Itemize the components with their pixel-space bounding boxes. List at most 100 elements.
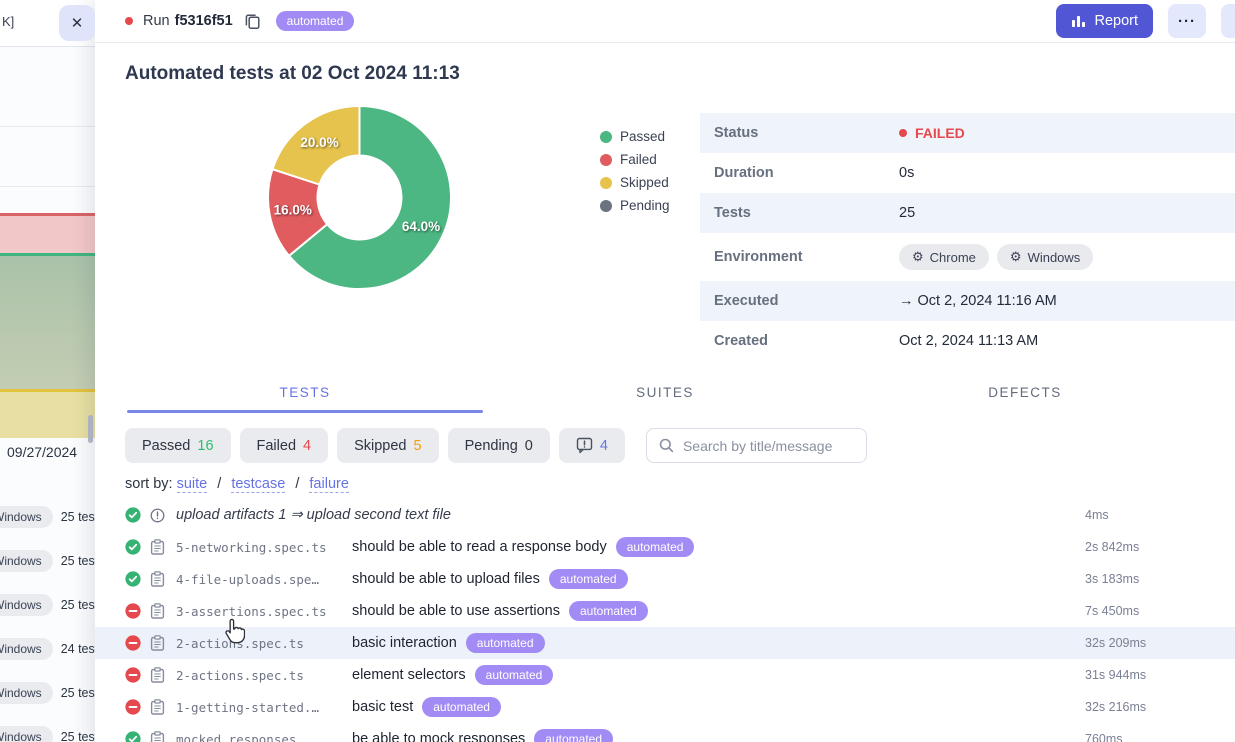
test-row[interactable]: 5-networking.spec.tsshould be able to re… xyxy=(95,531,1235,563)
sort-link-suite[interactable]: suite xyxy=(177,476,208,493)
search-box[interactable] xyxy=(646,428,867,463)
failed-status-icon xyxy=(125,603,150,619)
filter-button-failed[interactable]: Failed4 xyxy=(240,428,329,463)
run-test-count: 25 tests xyxy=(61,686,95,700)
legend-dot xyxy=(600,200,612,212)
test-duration: 32s 216ms xyxy=(1085,700,1235,714)
filter-button-comments[interactable]: 4 xyxy=(559,428,625,463)
legend-label: Skipped xyxy=(620,175,669,190)
test-file-name: 4-file-uploads.spe… xyxy=(176,572,352,587)
partial-button[interactable] xyxy=(1221,4,1235,38)
more-actions-button[interactable]: ··· xyxy=(1168,4,1206,38)
failed-status-icon xyxy=(125,635,150,651)
tab-tests[interactable]: TESTS xyxy=(125,376,485,413)
summary-row-duration: Duration0s xyxy=(700,153,1235,193)
report-button[interactable]: Report xyxy=(1056,4,1153,38)
environment-pill: Windows xyxy=(0,550,53,572)
filter-button-pending[interactable]: Pending0 xyxy=(448,428,550,463)
trend-area-chart xyxy=(0,213,95,438)
summary-label: Executed xyxy=(700,293,899,309)
filter-label: Pending xyxy=(465,438,518,454)
summary-label: Created xyxy=(700,333,899,349)
chart-legend: Passed Failed Skipped Pending xyxy=(600,125,670,217)
filter-count: 4 xyxy=(600,438,608,454)
filter-row: Passed16 Failed4Skipped5 Pending0 4 xyxy=(95,413,1235,463)
filter-count: 16 xyxy=(197,438,213,454)
test-retry-text: upload artifacts 1 ⇒ upload second text … xyxy=(176,507,1085,523)
automated-badge: automated xyxy=(534,729,613,742)
summary-table: StatusFAILEDDuration0sTests25Environment… xyxy=(700,113,1235,361)
search-icon xyxy=(659,438,674,453)
run-id: f5316f51 xyxy=(175,13,233,29)
close-icon: ✕ xyxy=(71,14,84,32)
close-panel-button[interactable]: ✕ xyxy=(59,5,95,41)
test-row[interactable]: 3-assertions.spec.tsshould be able to us… xyxy=(95,595,1235,627)
test-row[interactable]: 1-getting-started.…basic testautomated32… xyxy=(95,691,1235,723)
test-title-text: should be able to use assertions xyxy=(352,603,560,619)
environment-chip-chrome[interactable]: ⚙Chrome xyxy=(899,244,989,270)
bar-chart-icon xyxy=(1071,14,1086,28)
run-list-item[interactable]: Windows24 tests xyxy=(0,635,95,662)
run-list-item[interactable]: Windows25 tests xyxy=(0,679,95,706)
test-row[interactable]: 2-actions.spec.tsbasic interactionautoma… xyxy=(95,627,1235,659)
run-test-count: 25 tests xyxy=(61,598,95,612)
test-file-name: 1-getting-started.… xyxy=(176,700,352,715)
clipboard-icon xyxy=(150,635,176,651)
filter-button-passed[interactable]: Passed16 xyxy=(125,428,231,463)
run-list-item[interactable]: Windows25 tests xyxy=(0,503,95,530)
sort-link-failure[interactable]: failure xyxy=(309,476,349,493)
summary-label: Tests xyxy=(700,205,899,221)
environment-pill: Windows xyxy=(0,638,53,660)
run-list-item[interactable]: Windows25 tests xyxy=(0,591,95,618)
legend-item-skipped[interactable]: Skipped xyxy=(600,171,670,194)
legend-item-failed[interactable]: Failed xyxy=(600,148,670,171)
search-input[interactable] xyxy=(683,438,854,454)
passed-status-icon xyxy=(125,731,150,742)
clipboard-icon xyxy=(150,731,176,742)
legend-item-passed[interactable]: Passed xyxy=(600,125,670,148)
report-button-label: Report xyxy=(1094,13,1138,29)
chip-label: Windows xyxy=(1028,250,1081,265)
tab-suites[interactable]: SUITES xyxy=(485,376,845,413)
summary-value: Oct 2, 2024 11:13 AM xyxy=(899,333,1038,349)
tab-defects[interactable]: DEFECTS xyxy=(845,376,1205,413)
legend-label: Failed xyxy=(620,152,657,167)
sort-link-testcase[interactable]: testcase xyxy=(231,476,285,493)
passed-status-icon xyxy=(125,507,150,523)
environment-chip-windows[interactable]: ⚙Windows xyxy=(997,244,1093,270)
test-file-name: 2-actions.spec.ts xyxy=(176,636,352,651)
info-icon xyxy=(150,508,176,523)
test-row[interactable]: mocked responsesbe able to mock response… xyxy=(95,723,1235,742)
test-file-name: mocked responses xyxy=(176,732,352,742)
filter-label: Failed xyxy=(257,438,297,454)
gear-icon: ⚙ xyxy=(912,249,924,265)
run-label: Run xyxy=(143,13,170,29)
automated-badge: automated xyxy=(475,665,554,685)
clipboard-icon xyxy=(150,699,176,715)
clipboard-icon xyxy=(150,603,176,619)
test-title: basic interactionautomated xyxy=(352,633,1085,653)
run-test-count: 25 tests xyxy=(61,510,95,524)
clipboard-icon xyxy=(150,667,176,683)
test-row[interactable]: 2-actions.spec.tselement selectors automa… xyxy=(95,659,1235,691)
test-duration: 7s 450ms xyxy=(1085,604,1235,618)
filter-button-skipped[interactable]: Skipped5 xyxy=(337,428,438,463)
status-failed-dot xyxy=(899,129,907,137)
copy-icon[interactable] xyxy=(244,13,261,30)
filter-count: 5 xyxy=(414,438,422,454)
clipboard-icon xyxy=(150,571,176,587)
test-row[interactable]: upload artifacts 1 ⇒ upload second text … xyxy=(95,499,1235,531)
automated-badge: automated xyxy=(422,697,501,717)
run-list-item[interactable]: Windows25 tests xyxy=(0,723,95,742)
legend-item-pending[interactable]: Pending xyxy=(600,194,670,217)
test-file-name: 2-actions.spec.ts xyxy=(176,668,352,683)
legend-dot xyxy=(600,154,612,166)
run-list-item[interactable]: Windows25 tests xyxy=(0,547,95,574)
summary-value: ⚙Chrome⚙Windows xyxy=(899,244,1093,270)
scrollbar-thumb[interactable] xyxy=(88,415,93,443)
passed-status-icon xyxy=(125,539,150,555)
test-title-text: element selectors xyxy=(352,667,466,683)
automated-badge: automated xyxy=(466,633,545,653)
test-row[interactable]: 4-file-uploads.spe…should be able to upl… xyxy=(95,563,1235,595)
test-duration: 4ms xyxy=(1085,508,1235,522)
